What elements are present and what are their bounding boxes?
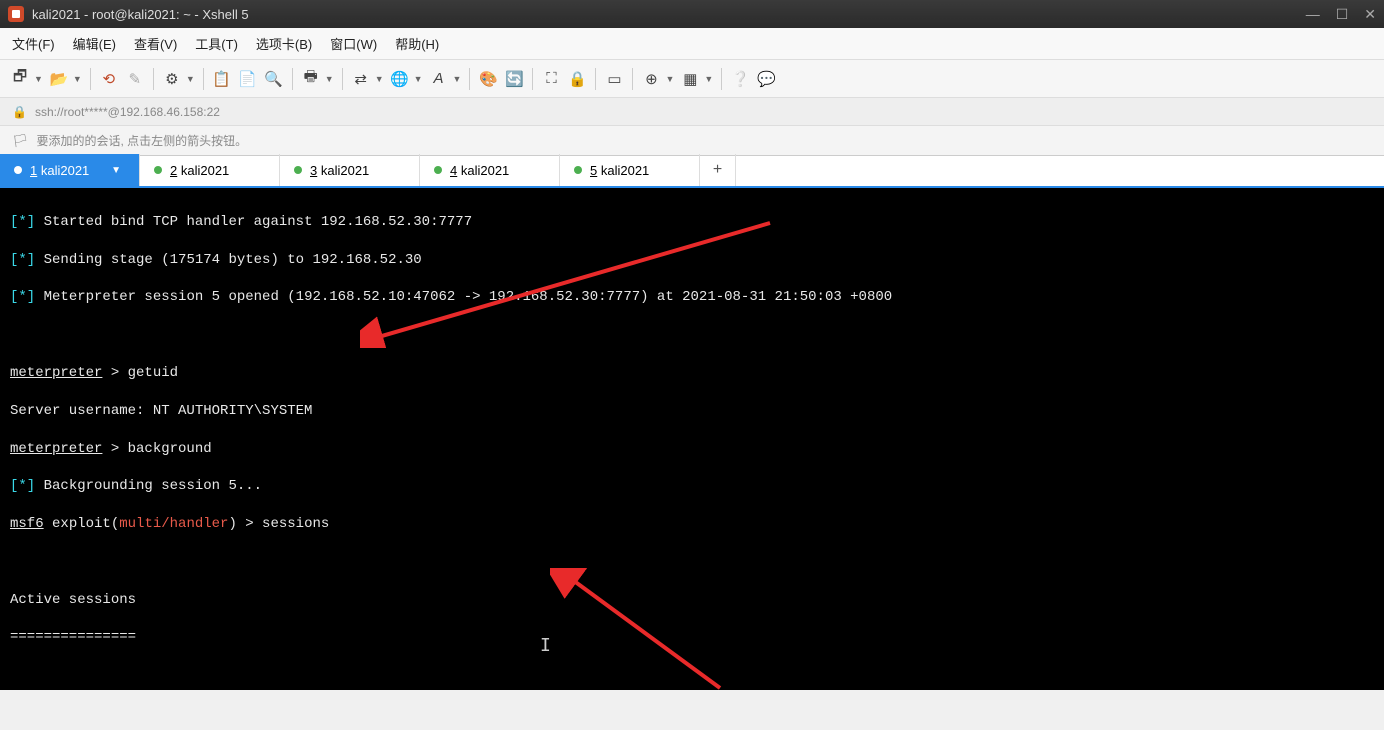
- menu-help[interactable]: 帮助(H): [395, 34, 439, 53]
- tab-dropdown-icon[interactable]: ▼: [111, 165, 121, 176]
- term-line: Server username: NT AUTHORITY\SYSTEM: [10, 403, 312, 419]
- globe-icon[interactable]: 🌐: [390, 69, 410, 89]
- session-tab-1[interactable]: 1 kali2021 ▼: [0, 154, 140, 186]
- paste-icon[interactable]: 📄: [238, 69, 258, 89]
- session-tabstrip: 1 kali2021 ▼ 2 kali2021 3 kali2021 4 kal…: [0, 156, 1384, 188]
- transfer-icon[interactable]: ⇄: [351, 69, 371, 89]
- minimize-button[interactable]: —: [1306, 6, 1320, 23]
- session-tab-4[interactable]: 4 kali2021: [420, 154, 560, 186]
- toolbar: 🗗▼ 📂▼ ⟲ ✎ ⚙▼ 📋 📄 🔍 🖶▼ ⇄▼ 🌐▼ A▼ 🎨 🔄 ⛶ 🔒 ▭…: [0, 60, 1384, 98]
- copy-icon[interactable]: 📋: [212, 69, 232, 89]
- term-line: [*]: [10, 252, 35, 268]
- menu-view[interactable]: 查看(V): [134, 34, 177, 53]
- bookmark-icon[interactable]: 🏳: [12, 133, 29, 149]
- hint-text: 要添加的的会话, 点击左侧的箭头按钮。: [37, 132, 248, 149]
- term-line: ) > sessions: [228, 516, 329, 532]
- hint-bar: 🏳 要添加的的会话, 点击左侧的箭头按钮。: [0, 126, 1384, 156]
- term-line: ===============: [10, 629, 136, 645]
- status-dot-icon: [154, 166, 162, 174]
- menu-tabs[interactable]: 选项卡(B): [256, 34, 312, 53]
- tab-number: 2: [170, 163, 177, 178]
- prompt: msf6: [10, 516, 44, 532]
- address-url[interactable]: ssh://root*****@192.168.46.158:22: [35, 105, 220, 119]
- window-controls: — ☐ ✕: [1306, 6, 1376, 23]
- tab-label: kali2021: [181, 163, 229, 178]
- session-tab-2[interactable]: 2 kali2021: [140, 154, 280, 186]
- term-line: Backgrounding session 5...: [35, 478, 262, 494]
- terminal-pane[interactable]: [*] Started bind TCP handler against 192…: [0, 188, 1384, 690]
- prompt: meterpreter: [10, 441, 102, 457]
- term-line: Meterpreter session 5 opened (192.168.52…: [35, 289, 892, 305]
- window-titlebar: kali2021 - root@kali2021: ~ - Xshell 5 —…: [0, 0, 1384, 28]
- term-line: [*]: [10, 478, 35, 494]
- new-session-icon[interactable]: 🗗: [10, 69, 30, 89]
- app-icon: [8, 6, 24, 22]
- term-line: > background: [102, 441, 211, 457]
- print-icon[interactable]: 🖶: [301, 69, 321, 89]
- new-tab-button[interactable]: +: [700, 154, 736, 186]
- tile-icon[interactable]: ▦: [680, 69, 700, 89]
- status-dot-icon: [434, 166, 442, 174]
- term-line: [*]: [10, 214, 35, 230]
- tab-number: 5: [590, 163, 597, 178]
- window-title: kali2021 - root@kali2021: ~ - Xshell 5: [32, 7, 1306, 22]
- menu-bar: 文件(F) 编辑(E) 查看(V) 工具(T) 选项卡(B) 窗口(W) 帮助(…: [0, 28, 1384, 60]
- fullscreen-icon[interactable]: ⛶: [541, 69, 561, 89]
- status-dot-icon: [574, 166, 582, 174]
- tab-number: 4: [450, 163, 457, 178]
- find-icon[interactable]: 🔍: [264, 69, 284, 89]
- close-button[interactable]: ✕: [1364, 6, 1376, 23]
- tab-number: 1: [30, 163, 37, 178]
- menu-window[interactable]: 窗口(W): [330, 34, 377, 53]
- term-line: Active sessions: [10, 592, 136, 608]
- tab-label: kali2021: [41, 163, 89, 178]
- reconnect-icon[interactable]: ⟲: [99, 69, 119, 89]
- session-tab-5[interactable]: 5 kali2021: [560, 154, 700, 186]
- tab-number: 3: [310, 163, 317, 178]
- disconnect-icon[interactable]: ✎: [125, 69, 145, 89]
- menu-file[interactable]: 文件(F): [12, 34, 55, 53]
- term-line: > getuid: [102, 365, 178, 381]
- tab-label: kali2021: [321, 163, 369, 178]
- term-line: Started bind TCP handler against 192.168…: [35, 214, 472, 230]
- term-line: exploit(: [44, 516, 120, 532]
- menu-edit[interactable]: 编辑(E): [73, 34, 116, 53]
- tab-label: kali2021: [601, 163, 649, 178]
- term-line: multi/handler: [119, 516, 228, 532]
- help-icon[interactable]: ❔: [730, 69, 750, 89]
- layout-icon[interactable]: ▭: [604, 69, 624, 89]
- maximize-button[interactable]: ☐: [1336, 6, 1349, 23]
- menu-tools[interactable]: 工具(T): [195, 34, 238, 53]
- status-dot-icon: [14, 166, 22, 174]
- tab-label: kali2021: [461, 163, 509, 178]
- font-icon[interactable]: A: [429, 69, 449, 89]
- lock-icon[interactable]: 🔒: [567, 69, 587, 89]
- properties-icon[interactable]: ⚙: [162, 69, 182, 89]
- status-dot-icon: [294, 166, 302, 174]
- term-line: [*]: [10, 289, 35, 305]
- prompt: meterpreter: [10, 365, 102, 381]
- address-bar: 🔒 ssh://root*****@192.168.46.158:22: [0, 98, 1384, 126]
- palette-icon[interactable]: 🔄: [504, 69, 524, 89]
- term-line: Sending stage (175174 bytes) to 192.168.…: [35, 252, 421, 268]
- open-folder-icon[interactable]: 📂: [49, 69, 69, 89]
- ssh-lock-icon: 🔒: [12, 105, 27, 119]
- session-tab-3[interactable]: 3 kali2021: [280, 154, 420, 186]
- chat-icon[interactable]: 💬: [756, 69, 776, 89]
- add-icon[interactable]: ⊕: [641, 69, 661, 89]
- color-icon[interactable]: 🎨: [478, 69, 498, 89]
